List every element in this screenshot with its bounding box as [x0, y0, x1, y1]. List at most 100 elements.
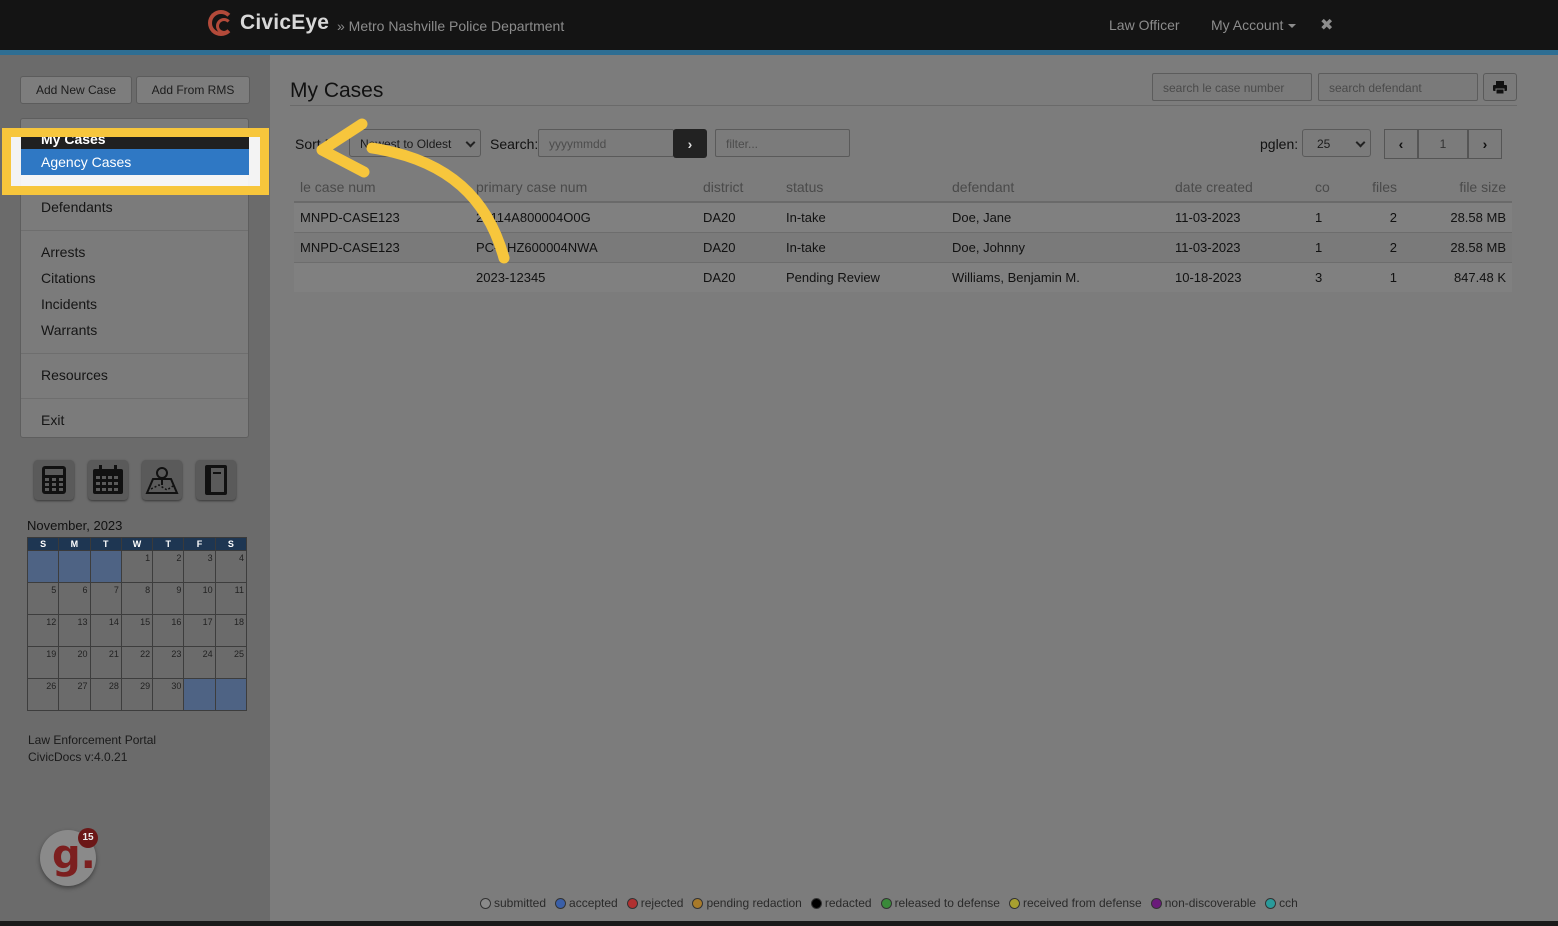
notifications-button[interactable]: g. 15	[40, 828, 98, 886]
legend-item: released to defense	[880, 896, 1000, 910]
chevron-down-icon	[465, 137, 476, 148]
calendar-day[interactable]: 3	[183, 550, 216, 583]
print-button[interactable]	[1483, 73, 1517, 101]
search-defendant-input[interactable]: search defendant	[1318, 73, 1478, 101]
calendar-day[interactable]: 8	[120, 582, 154, 615]
search-case-number-input[interactable]: search le case number	[1152, 73, 1312, 101]
date-search-input[interactable]: yyyymmdd	[538, 129, 674, 157]
column-header-date-created[interactable]: date created	[1169, 173, 1309, 203]
close-icon[interactable]: ✖	[1320, 15, 1333, 35]
chevron-left-icon: ‹	[1398, 136, 1404, 152]
calendar-day[interactable]: 9	[152, 582, 185, 615]
calendar-week: 26 27 28 29 30	[26, 678, 248, 711]
column-header-file-size[interactable]: file size	[1417, 173, 1512, 203]
table-row[interactable]: MNPD-CASE123 20114A800004O0G DA20 In-take Do…	[294, 201, 1512, 232]
calendar-day[interactable]: 28	[89, 678, 122, 711]
sort-select-value: Newest to Oldest	[360, 137, 452, 151]
mini-calendar: S M T W T F S 1 2 3 4 5 6 7 8 9 10 11 12 13 14 15 16 17 1…	[26, 537, 248, 711]
legend-label: submitted	[494, 896, 547, 910]
calendar-day[interactable]: 15	[120, 614, 154, 647]
calendar-day[interactable]: 19	[26, 646, 60, 679]
calendar-day[interactable]: 23	[152, 646, 185, 679]
sidebar-item-citations[interactable]: Citations	[41, 270, 95, 286]
calendar-day[interactable]: 22	[120, 646, 154, 679]
calendar-day[interactable]: 18	[214, 614, 248, 647]
calendar-day[interactable]: 21	[89, 646, 122, 679]
sidebar-item-agency-cases[interactable]: Agency Cases	[21, 149, 249, 175]
table-cell: In-take	[780, 231, 946, 262]
sidebar-item-resources[interactable]: Resources	[41, 367, 108, 383]
calendar-title: November, 2023	[27, 518, 123, 533]
search-go-button[interactable]: ›	[673, 129, 707, 158]
calendar-day[interactable]: 29	[120, 678, 154, 711]
calendar-day[interactable]: 13	[58, 614, 91, 647]
status-dot-icon	[1150, 897, 1162, 909]
calendar-icon[interactable]	[88, 460, 128, 500]
calendar-day[interactable]: 26	[26, 678, 60, 711]
calendar-day[interactable]: 10	[183, 582, 216, 615]
calendar-day[interactable]: 4	[214, 550, 248, 583]
chevron-down-icon	[1288, 24, 1297, 29]
filter-input[interactable]: filter...	[715, 129, 850, 157]
status-legend: submitted accepted rejected pending redacti…	[480, 896, 1307, 910]
table-cell	[294, 261, 470, 292]
legend-label: cch	[1279, 896, 1298, 910]
calendar-day[interactable]: 1	[120, 550, 154, 583]
calendar-day-empty	[214, 678, 248, 711]
calendar-day[interactable]: 6	[58, 582, 91, 615]
sidebar-item-exit[interactable]: Exit	[41, 412, 64, 428]
column-header-files[interactable]: files	[1361, 173, 1417, 203]
column-header-status[interactable]: status	[780, 173, 946, 203]
map-icon[interactable]	[142, 460, 182, 500]
column-header-district[interactable]: district	[697, 173, 780, 203]
calendar-day[interactable]: 11	[214, 582, 248, 615]
calendar-day[interactable]: 30	[152, 678, 185, 711]
calendar-day[interactable]: 7	[89, 582, 122, 615]
sidebar-item-warrants[interactable]: Warrants	[41, 322, 97, 338]
sort-select[interactable]: Newest to Oldest	[349, 129, 481, 157]
calendar-day[interactable]: 27	[58, 678, 91, 711]
column-header-le-case-num[interactable]: le case num	[294, 173, 470, 203]
column-header-co[interactable]: co	[1309, 173, 1361, 203]
sidebar-item-arrests[interactable]: Arrests	[41, 244, 85, 260]
notebook-icon[interactable]	[196, 460, 236, 500]
calendar-day[interactable]: 24	[183, 646, 216, 679]
civiceye-logo-icon	[208, 10, 234, 36]
org-name: » Metro Nashville Police Department	[337, 18, 565, 34]
add-from-rms-button[interactable]: Add From RMS	[136, 76, 250, 104]
column-header-primary-case-num[interactable]: primary case num	[470, 173, 697, 203]
table-cell: 3	[1309, 261, 1361, 292]
sidebar-item-my-cases-label: My Cases	[41, 137, 106, 147]
table-cell: Doe, Jane	[946, 201, 1169, 232]
legend-item: non-discoverable	[1150, 896, 1256, 910]
calculator-icon[interactable]	[34, 460, 74, 500]
next-page-button[interactable]: ›	[1468, 129, 1502, 159]
column-header-defendant[interactable]: defendant	[946, 173, 1169, 203]
calendar-day-empty	[183, 678, 216, 711]
my-account-menu[interactable]: My Account	[1211, 17, 1297, 33]
pglen-label: pglen:	[1260, 136, 1299, 152]
sidebar-item-my-cases[interactable]: My Cases	[21, 137, 249, 149]
calendar-day[interactable]: 2	[152, 550, 185, 583]
calendar-day[interactable]: 12	[26, 614, 60, 647]
legend-label: released to defense	[894, 896, 1000, 910]
calendar-day[interactable]: 20	[58, 646, 91, 679]
add-new-case-button[interactable]: Add New Case	[20, 76, 132, 104]
calendar-day[interactable]: 5	[26, 582, 60, 615]
sidebar-item-defendants[interactable]: Defendants	[41, 199, 113, 215]
calendar-day[interactable]: 14	[89, 614, 122, 647]
calendar-day[interactable]: 16	[152, 614, 185, 647]
calendar-day[interactable]: 17	[183, 614, 216, 647]
page-length-select[interactable]: 25	[1302, 129, 1371, 157]
status-dot-icon	[810, 897, 822, 909]
table-row[interactable]: MNPD-CASE123 PC-AHZ600004NWA DA20 In-take Do…	[294, 231, 1512, 262]
prev-page-button[interactable]: ‹	[1384, 129, 1418, 159]
calendar-day-empty	[58, 550, 91, 583]
role-link[interactable]: Law Officer	[1109, 17, 1180, 33]
sidebar-item-incidents[interactable]: Incidents	[41, 296, 97, 312]
brand[interactable]: CivicEye	[208, 10, 329, 36]
calendar-day[interactable]: 25	[214, 646, 248, 679]
page-number-input[interactable]: 1	[1418, 129, 1468, 159]
legend-label: accepted	[569, 896, 618, 910]
table-row[interactable]: 2023-12345 DA20 Pending Review Williams, Be…	[294, 261, 1512, 292]
